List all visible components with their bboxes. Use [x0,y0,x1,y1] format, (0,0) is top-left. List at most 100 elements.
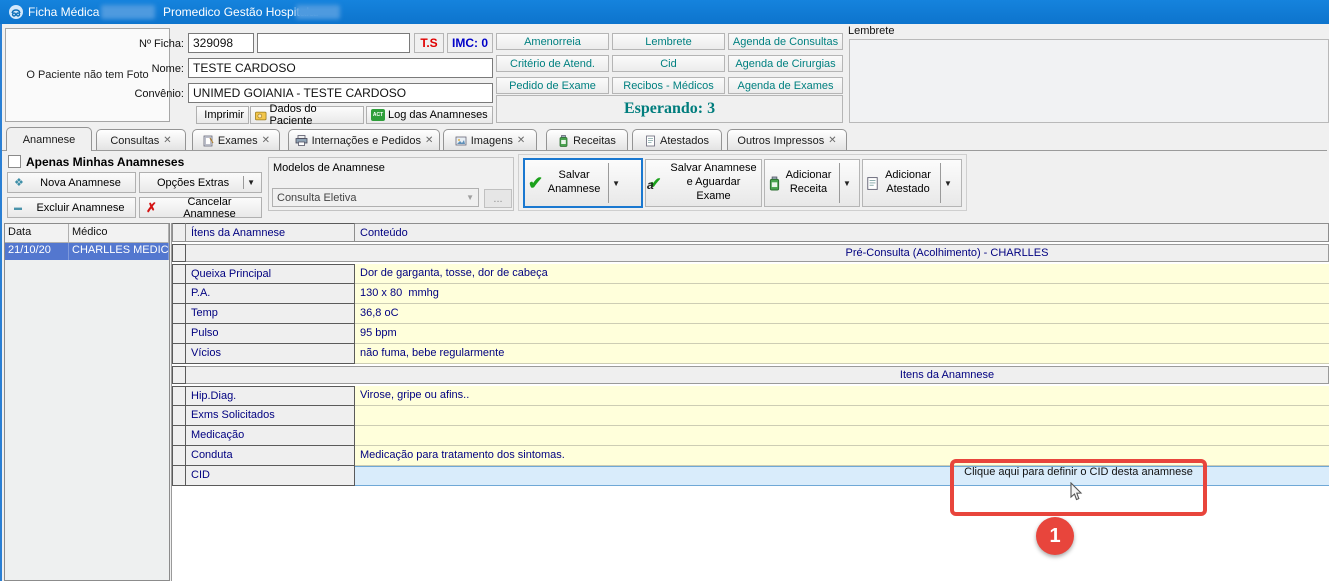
imprimir-button[interactable]: Imprimir [196,106,249,124]
modelos-combobox-value: Consulta Eletiva [277,192,357,204]
cid-hint-text[interactable]: Clique aqui para definir o CID desta ana… [956,466,1201,478]
log-anamneses-button[interactable]: ACT Log das Anamneses [366,106,493,124]
section-row: Pré-Consulta (Acolhimento) - CHARLLES [172,244,1329,262]
tab-close-icon[interactable]: ✕ [517,135,525,146]
imc-label: IMC: 0 [452,36,488,50]
button-separator [243,176,244,189]
convenio-label: Convênio: [112,88,184,100]
step-badge: 1 [1036,517,1074,555]
tab-close-icon[interactable]: ✕ [163,135,171,146]
window-title: Ficha Médica [28,5,99,19]
tab-atestados[interactable]: Atestados [632,129,722,151]
tab-consultas[interactable]: Consultas✕ [96,129,186,151]
receitas-icon [558,135,569,147]
app-icon [8,4,24,20]
chevron-down-icon[interactable]: ▼ [612,179,620,188]
log-anamneses-label: Log das Anamneses [388,109,488,121]
lembrete-button[interactable]: Lembrete [612,33,725,50]
ficha-medica-window: Ficha Médica Promedico Gestão Hospitalar… [0,0,1329,581]
patient-data-icon [255,110,267,121]
chevron-down-icon[interactable]: ▼ [247,178,255,187]
ficha-input[interactable] [188,33,254,53]
imagens-icon [455,135,467,147]
modelos-label: Modelos de Anamnese [273,162,385,174]
ts-button[interactable]: T.S [414,33,444,53]
column-header-medico[interactable]: Médico [69,224,169,243]
cancel-icon: ✗ [146,200,164,216]
grid-row-temp[interactable]: Temp 36,8 oC [172,304,1329,324]
lembrete-panel[interactable] [849,39,1329,123]
agenda-cirurgias-button[interactable]: Agenda de Cirurgias [728,55,843,72]
grid-row-medicacao[interactable]: Medicação [172,426,1329,446]
apenas-minhas-label: Apenas Minhas Anamneses [26,155,184,169]
dados-paciente-button[interactable]: Dados do Paciente [250,106,364,124]
modelos-ellipsis-button[interactable]: ... [484,189,512,208]
adicionar-receita-button[interactable]: Adicionar Receita ▼ [764,159,860,207]
opcoes-extras-button[interactable]: Opções Extras ▼ [139,172,262,193]
row-gutter [172,223,186,242]
tab-close-icon[interactable]: ✕ [262,135,270,146]
nova-anamnese-button[interactable]: ❖ Nova Anamnese [7,172,136,193]
apenas-minhas-checkbox[interactable] [8,155,21,168]
cancelar-anamnese-button[interactable]: ✗ Cancelar Anamnese [139,197,262,218]
grid-header-row: Ítens da Anamnese Conteúdo [172,223,1329,242]
nome-input[interactable] [188,58,493,78]
excluir-anamnese-button[interactable]: ▬ Excluir Anamnese [7,197,136,218]
imprimir-label: Imprimir [204,109,244,121]
new-anamnese-icon: ❖ [14,176,32,189]
cid-button[interactable]: Cid [612,55,725,72]
grid-row-vicios[interactable]: Vícios não fuma, bebe regularmente [172,344,1329,364]
chevron-down-icon[interactable]: ▼ [944,179,952,188]
pedido-exame-button[interactable]: Pedido de Exame [496,77,609,94]
atestado-icon [866,176,879,191]
criterio-atend-button[interactable]: Critério de Atend. [496,55,609,72]
chevron-down-icon[interactable]: ▼ [843,179,851,188]
ficha-extra-input[interactable] [257,33,410,53]
redacted-text [101,5,155,19]
log-icon: ACT [371,109,385,121]
tab-anamnese[interactable]: Anamnese [6,127,92,151]
grid-row-queixa[interactable]: Queixa Principal Dor de garganta, tosse,… [172,264,1329,284]
tab-outros-impressos[interactable]: Outros Impressos✕ [727,129,847,151]
tab-receitas[interactable]: Receitas [546,129,628,151]
row-gutter [172,366,186,384]
printer-icon [295,135,308,146]
tab-close-icon[interactable]: ✕ [425,135,433,146]
column-header-data[interactable]: Data [5,224,69,243]
section-row: Itens da Anamnese [172,366,1329,384]
recibos-medicos-button[interactable]: Recibos - Médicos [612,77,725,94]
checkmark-a-icon: ✔a [649,174,669,192]
history-row-selected[interactable]: 21/10/20 CHARLLES MEDICO [5,243,169,260]
redacted-text [296,5,340,19]
tab-internacoes[interactable]: Internações e Pedidos✕ [288,129,440,151]
dados-paciente-label: Dados do Paciente [270,103,359,127]
anamnese-grid: Ítens da Anamnese Conteúdo Pré-Consulta … [171,223,1329,581]
amenorreia-button[interactable]: Amenorreia [496,33,609,50]
column-header-conteudo[interactable]: Conteúdo [355,223,1329,242]
esperando-status: Esperando: 3 [496,95,843,123]
checkmark-icon: ✔ [528,173,543,194]
tab-close-icon[interactable]: ✕ [828,135,836,146]
grid-row-hipdiag[interactable]: Hip.Diag. Virose, gripe ou afins.. [172,386,1329,406]
ficha-label: Nº Ficha: [120,38,184,50]
button-separator [940,163,941,203]
tab-exames[interactable]: Exames✕ [192,129,280,151]
adicionar-atestado-button[interactable]: Adicionar Atestado ▼ [862,159,962,207]
agenda-exames-button[interactable]: Agenda de Exames [728,77,843,94]
grid-row-pa[interactable]: P.A. 130 x 80 mmhg [172,284,1329,304]
modelos-combobox[interactable]: Consulta Eletiva ▼ [272,188,479,207]
grid-row-pulso[interactable]: Pulso 95 bpm [172,324,1329,344]
imc-button[interactable]: IMC: 0 [447,33,493,53]
anamnese-history-table: Data Médico 21/10/20 CHARLLES MEDICO [4,223,170,581]
salvar-aguardar-exame-button[interactable]: ✔a Salvar Anamnese e Aguardar Exame [645,159,762,207]
agenda-consultas-button[interactable]: Agenda de Consultas [728,33,843,50]
salvar-anamnese-button[interactable]: ✔ Salvar Anamnese ▼ [523,158,643,208]
chevron-down-icon: ▼ [466,193,474,202]
receita-icon [768,176,781,191]
convenio-input[interactable] [188,83,493,103]
tab-imagens[interactable]: Imagens✕ [443,129,537,151]
title-bar: Ficha Médica Promedico Gestão Hospitalar [0,0,1329,24]
lembrete-panel-label: Lembrete [848,25,894,37]
column-header-itens[interactable]: Ítens da Anamnese [186,223,355,242]
grid-row-exms[interactable]: Exms Solicitados [172,406,1329,426]
